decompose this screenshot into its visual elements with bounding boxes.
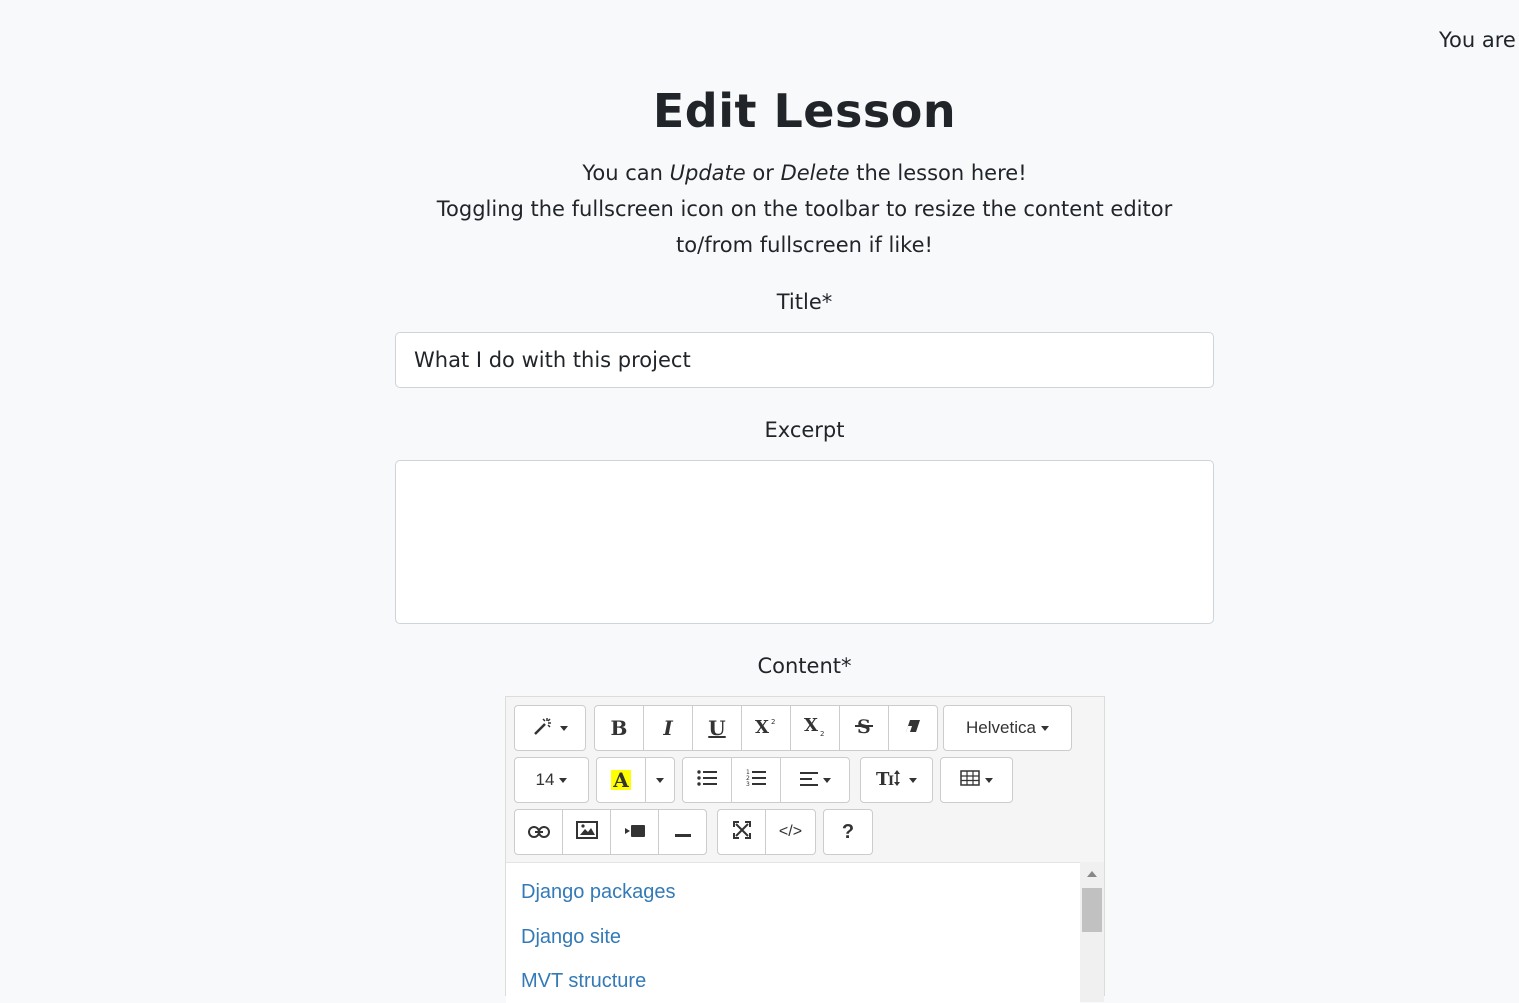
bullet-list-icon [697,769,717,791]
highlight-letter: A [611,768,631,792]
superscript-button[interactable]: X2 [741,705,791,751]
style-button[interactable] [514,705,586,751]
font-family-value: Helvetica [966,718,1036,737]
code-view-button[interactable]: </> [765,809,816,855]
line-height-dropdown[interactable]: TI [860,757,933,803]
chevron-down-icon [656,777,664,783]
page-title: Edit Lesson [652,84,957,138]
toolbar-color-group: A [596,757,675,803]
question-icon: ? [841,820,855,843]
excerpt-textarea[interactable] [395,460,1214,624]
chevron-down-icon [559,725,568,731]
intro-line-2: Toggling the fullscreen icon on the tool… [436,197,1173,221]
intro-or: or [752,161,774,185]
intro-delete: Delete [780,161,850,185]
align-left-icon [799,770,818,791]
eraser-icon [904,718,922,739]
help-button[interactable]: ? [823,809,873,855]
strikethrough-icon: S [854,715,874,742]
scroll-thumb[interactable] [1082,888,1102,932]
text-color-button[interactable]: A [596,757,646,803]
svg-text:2: 2 [820,730,824,737]
italic-button[interactable]: I [643,705,693,751]
subscript-icon: X2 [803,715,827,742]
svg-text:2: 2 [771,718,775,726]
underline-button[interactable]: U [692,705,742,751]
table-icon [960,769,980,791]
title-input[interactable] [395,332,1214,388]
minus-icon [674,822,691,843]
chevron-down-icon [822,777,831,783]
scroll-up-arrow-icon[interactable] [1087,871,1097,877]
content-link-django-packages[interactable]: Django packages [521,881,676,904]
intro-prefix: You can [582,161,663,185]
code-icon: </> [778,823,803,840]
ordered-list-button[interactable]: 123 [731,757,781,803]
unordered-list-button[interactable] [682,757,732,803]
font-size-dropdown[interactable]: 14 [514,757,589,803]
chevron-down-icon [1040,725,1049,731]
link-button[interactable] [514,809,563,855]
font-size-value: 14 [535,770,555,789]
content-link-mvt-structure[interactable]: MVT structure [521,970,646,993]
user-greeting: You are [1439,28,1516,52]
chevron-down-icon [909,777,917,783]
title-label: Title* [776,290,833,314]
editor-content-area[interactable]: Django packages Django site MVT structur… [506,862,1080,1003]
intro-line-1: You can Update or Delete the lesson here… [395,155,1214,191]
color-dropdown-button[interactable] [645,757,675,803]
content-editor: B I U X2 X2 S Helvetica 14 A 1 2 3 T I <… [505,696,1105,1003]
intro-line-3: to/from fullscreen if like! [676,233,933,257]
horizontal-rule-button[interactable] [658,809,707,855]
toolbar-help-group: ? [823,809,873,855]
video-button[interactable] [610,809,659,855]
chevron-down-icon [559,777,568,783]
fullscreen-button[interactable] [717,809,766,855]
toolbar-style-group [514,705,586,751]
toolbar-height-group: TI [860,757,933,803]
link-icon [527,822,550,843]
fullscreen-icon [732,820,751,844]
chevron-down-icon [985,777,993,783]
toolbar-insert-group [514,809,707,855]
paragraph-align-dropdown[interactable] [780,757,850,803]
content-link-django-site[interactable]: Django site [521,926,621,949]
bold-button[interactable]: B [594,705,644,751]
strikethrough-button[interactable]: S [839,705,889,751]
content-label: Content* [757,654,852,678]
intro-suffix: the lesson here! [856,161,1027,185]
toolbar-para-group: 123 [682,757,850,803]
video-icon [624,822,646,843]
text-height-icon: TI [876,768,904,793]
toolbar-fontsize-group: 14 [514,757,589,803]
magic-wand-icon [533,716,555,741]
page-intro: You can Update or Delete the lesson here… [395,155,1214,263]
subscript-button[interactable]: X2 [790,705,840,751]
editor-scrollbar[interactable] [1080,862,1104,1002]
svg-text:X: X [755,717,769,736]
numbered-list-icon: 123 [746,769,766,792]
toolbar-font-group: B I U X2 X2 S [594,705,938,751]
toolbar-view-group: </> [717,809,816,855]
image-button[interactable] [562,809,611,855]
toolbar-table-group [940,757,1013,803]
superscript-icon: X2 [754,716,778,741]
font-family-dropdown[interactable]: Helvetica [943,705,1072,751]
intro-update: Update [669,161,746,185]
toolbar-fontname-group: Helvetica [943,705,1072,751]
excerpt-label: Excerpt [764,418,845,442]
table-dropdown[interactable] [940,757,1013,803]
svg-text:3: 3 [746,781,750,787]
eraser-button[interactable] [888,705,938,751]
svg-text:X: X [804,715,818,736]
image-icon [575,820,598,844]
svg-text:I: I [888,774,894,788]
